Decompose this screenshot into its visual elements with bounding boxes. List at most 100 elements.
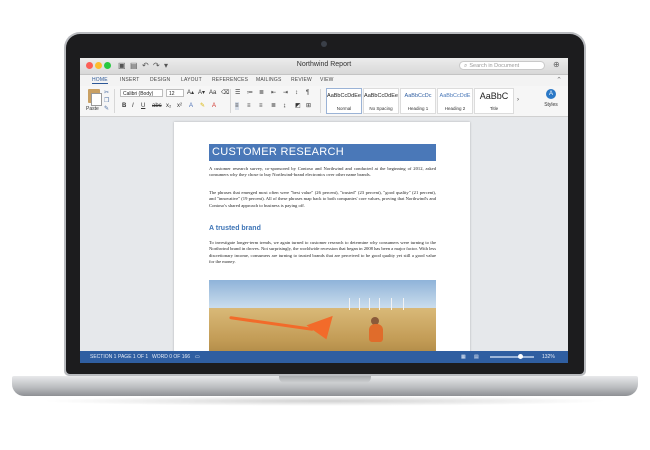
underline-icon[interactable]: U — [141, 102, 145, 110]
text-effects-icon[interactable]: A — [189, 102, 193, 110]
paragraph-mark-icon[interactable]: ¶ — [306, 89, 309, 97]
ribbon-tabs: HOME INSERT DESIGN LAYOUT REFERENCES MAI… — [80, 75, 568, 86]
style-preview: AaBbCcDdEe — [364, 93, 398, 99]
tab-design[interactable]: DESIGN — [150, 77, 170, 83]
borders-icon[interactable]: ⊞ — [306, 102, 311, 110]
status-page[interactable]: PAGE 1 OF 1 — [118, 351, 148, 363]
styles-pane-icon: A — [546, 89, 556, 99]
document-page[interactable]: CUSTOMER RESEARCH A customer research su… — [174, 122, 470, 351]
styles-pane-button[interactable]: A Styles — [541, 89, 561, 113]
tab-mailings[interactable]: MAILINGS — [256, 77, 282, 83]
style-normal[interactable]: AaBbCcDdEe Normal — [326, 88, 362, 114]
photo-sky — [209, 280, 436, 310]
paragraph-1: A customer research survey, co-sponsored… — [209, 166, 436, 178]
laptop-shadow — [40, 396, 610, 406]
tab-home[interactable]: HOME — [92, 77, 108, 84]
multilevel-list-icon[interactable]: ≣ — [259, 89, 264, 97]
italic-icon[interactable]: I — [132, 102, 134, 110]
cut-icon[interactable]: ✂ — [104, 89, 109, 97]
status-words[interactable]: WORD 0 OF 166 — [152, 351, 190, 363]
copy-icon[interactable]: ❐ — [104, 97, 109, 105]
style-name: Normal — [336, 106, 352, 111]
status-section[interactable]: SECTION 1 — [90, 351, 116, 363]
style-title[interactable]: AaBbC Title — [474, 88, 514, 114]
bullets-icon[interactable]: ☰ — [235, 89, 240, 97]
font-name-select[interactable]: Calibri (Body) — [120, 89, 163, 97]
decrease-indent-icon[interactable]: ⇤ — [271, 89, 276, 97]
shading-icon[interactable]: ◩ — [295, 102, 301, 110]
wind-turbine — [369, 298, 370, 310]
change-case-icon[interactable]: Aa — [209, 89, 216, 97]
style-name: Heading 2 — [444, 106, 466, 111]
zoom-slider[interactable] — [490, 356, 534, 358]
numbering-icon[interactable]: ≔ — [247, 89, 253, 97]
tab-insert[interactable]: INSERT — [120, 77, 139, 83]
collapse-ribbon-icon[interactable]: ⌃ — [556, 76, 562, 84]
search-input[interactable]: ⌕ Search in Document — [459, 61, 545, 70]
book-icon[interactable]: ▭ — [195, 351, 200, 363]
web-layout-icon[interactable]: ▤ — [474, 351, 479, 363]
share-icon[interactable]: ⊕ — [553, 60, 560, 69]
font-color-icon[interactable]: A — [212, 102, 216, 110]
highlight-icon[interactable]: ✎ — [200, 102, 205, 110]
status-bar: SECTION 1 PAGE 1 OF 1 WORD 0 OF 166 ▭ ▦ … — [80, 351, 568, 363]
styles-gallery-more-icon[interactable]: › — [517, 96, 519, 104]
style-name: Heading 1 — [407, 106, 429, 111]
style-preview: AaBbCcDc — [404, 93, 432, 99]
styles-pane-label: Styles — [544, 102, 558, 108]
paste-sheet-icon — [91, 93, 102, 106]
shrink-font-icon[interactable]: A▾ — [198, 89, 205, 97]
wind-turbine — [349, 298, 350, 310]
style-no-spacing[interactable]: AaBbCcDdEe No Spacing — [363, 88, 399, 114]
align-center-icon[interactable]: ≡ — [247, 102, 251, 110]
style-preview: AaBbCcDdEe — [327, 93, 361, 99]
title-bar: ▣ ▤ ↶ ↷ ▾ Northwind Report ⌕ Search in Do… — [80, 58, 568, 75]
format-painter-icon[interactable]: ✎ — [104, 105, 109, 113]
align-left-icon[interactable]: ≡ — [235, 102, 239, 110]
style-heading-1[interactable]: AaBbCcDc Heading 1 — [400, 88, 436, 114]
style-name: Title — [489, 106, 499, 111]
clipboard-tools: ✂ ❐ ✎ — [104, 89, 109, 113]
ribbon: Paste ✂ ❐ ✎ Calibri (Body) 12 A▴ A▾ Aa ⌫… — [80, 86, 568, 117]
tab-layout[interactable]: LAYOUT — [181, 77, 202, 83]
bold-icon[interactable]: B — [122, 102, 126, 110]
style-name: No Spacing — [369, 106, 393, 111]
zoom-slider-handle[interactable] — [518, 354, 523, 359]
paragraph-3: To investigate longer-term trends, we ag… — [209, 240, 436, 264]
strikethrough-icon[interactable]: abc — [152, 102, 162, 110]
document-photo[interactable] — [209, 280, 436, 351]
subscript-icon[interactable]: x₂ — [166, 102, 171, 110]
heading-banner: CUSTOMER RESEARCH — [209, 144, 436, 161]
print-layout-icon[interactable]: ▦ — [461, 351, 466, 363]
search-placeholder: Search in Document — [469, 63, 520, 69]
style-heading-2[interactable]: AaBbCcDdE Heading 2 — [437, 88, 473, 114]
align-right-icon[interactable]: ≡ — [259, 102, 263, 110]
divider — [320, 89, 321, 113]
tab-references[interactable]: REFERENCES — [212, 77, 248, 83]
justify-icon[interactable]: ≣ — [271, 102, 276, 110]
zoom-level[interactable]: 132% — [542, 351, 555, 363]
style-preview: AaBbC — [479, 91, 509, 101]
wind-turbine — [403, 298, 404, 310]
font-size-select[interactable]: 12 — [166, 89, 184, 97]
increase-indent-icon[interactable]: ⇥ — [283, 89, 288, 97]
document-heading: CUSTOMER RESEARCH — [212, 146, 345, 158]
laptop-notch — [279, 376, 371, 383]
superscript-icon[interactable]: x² — [177, 102, 182, 110]
tab-view[interactable]: VIEW — [320, 77, 334, 83]
document-area[interactable]: CUSTOMER RESEARCH A customer research su… — [80, 117, 568, 351]
search-icon: ⌕ — [464, 63, 468, 69]
grow-font-icon[interactable]: A▴ — [187, 89, 194, 97]
clear-format-icon[interactable]: ⌫ — [221, 89, 229, 97]
paste-label: Paste — [86, 106, 99, 112]
wind-turbine — [391, 298, 392, 310]
wind-turbine — [379, 298, 380, 310]
sort-icon[interactable]: ↕ — [295, 89, 298, 97]
tab-review[interactable]: REVIEW — [291, 77, 312, 83]
screen-bezel-bottom — [80, 363, 568, 370]
style-preview: AaBbCcDdE — [439, 93, 471, 99]
document-subheading: A trusted brand — [209, 225, 261, 232]
line-spacing-icon[interactable]: ↨ — [283, 102, 286, 110]
camera — [321, 41, 327, 47]
paragraph-2: The phrases that emerged most often were… — [209, 190, 436, 208]
